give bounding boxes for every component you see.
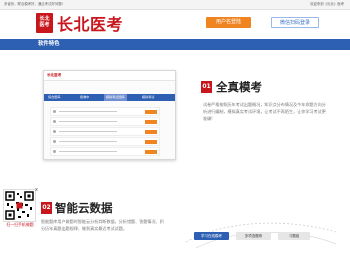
top-bar-left-text: 多省份，联合模考好，通过考试好问题! [4,2,63,6]
screenshot-tab: 组卷中 [80,95,90,99]
login-button[interactable]: 用户名登陆 [206,17,251,28]
feature-description: 试卷严格按照历年考试出题概况，知识点分布情况及今年命题方向分析进行编制，模拟真实… [203,102,326,122]
top-bar: 多省份，联合模考好，通过考试好问题! 欢迎来到《长北》医考 [0,0,350,10]
cloud-data-illustration: 学习在线模考 多项选题练 习题组 [186,210,336,250]
pill-button: 多项选题练 [236,232,271,240]
feature-title: 智能云数据 [55,201,113,215]
close-icon[interactable]: x [35,187,38,193]
screenshot-tab-active: 模拟考试题库 [104,94,127,101]
site-logo-text[interactable]: 长北医考 [57,11,123,35]
screenshot-row [50,147,160,156]
section-title: 软件特色 [38,41,60,47]
feature-description: 智能题库用户做题时智能云分析判断数据，分析错题、答题情况、积分历年真题出题规律、… [41,219,164,232]
decorative-curve [186,222,336,249]
screenshot-tab: 模拟考试 [142,95,155,99]
screenshot-row [50,117,160,126]
screenshot-tab: 综合题库 [48,95,61,99]
wechat-login-button[interactable]: 微信扫码登录 [271,17,319,28]
pill-button: 学习在线模考 [194,232,229,240]
feature-number-badge: 01 [201,81,212,93]
screenshot-row [50,107,160,116]
logo-seal-icon[interactable]: 长北 医考 [36,13,53,33]
section-nav: 软件特色 [0,39,350,50]
feature-title: 全真模考 [216,80,262,94]
screenshot-logo: 长北医考 [47,73,62,77]
screenshot-row [50,137,160,146]
pill-button: 习题组 [278,232,310,240]
top-bar-welcome: 欢迎来到《长北》医考 [310,2,344,6]
qr-caption: 扫一扫手机做题 [6,222,34,227]
screenshot-header: 长北医考 [44,71,175,81]
qr-code-icon [3,189,36,222]
screenshot-row [50,127,160,136]
feature-number-badge: 02 [41,202,52,214]
exam-screenshot: 长北医考 综合题库 组卷中 模拟考试题库 模拟考试 [43,70,176,160]
